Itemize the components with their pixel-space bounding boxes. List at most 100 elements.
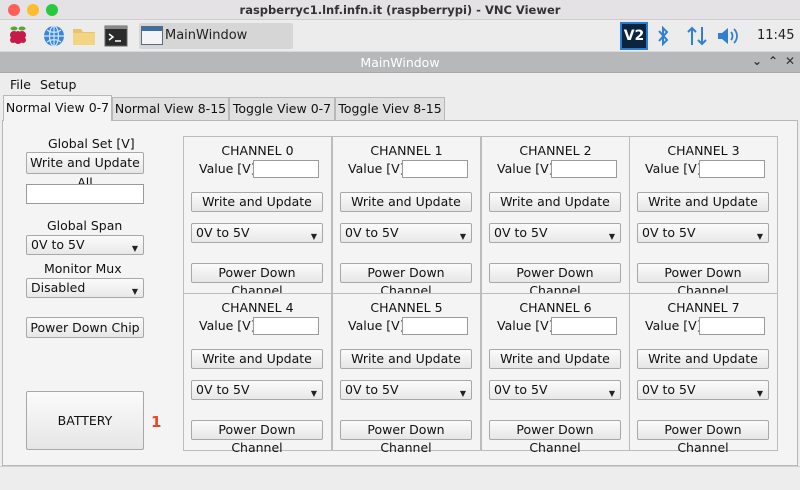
tab-normal-view-0-7[interactable]: Normal View 0-7 (3, 95, 112, 121)
status-bar (0, 466, 800, 490)
channel-span-value: 0V to 5V (642, 382, 696, 397)
channel-span-select[interactable]: 0V to 5V ▼ (191, 380, 323, 400)
channel-group-4: CHANNEL 4 Value [V] Write and Update 0V … (183, 293, 332, 455)
vnc-viewer-titlebar: raspberryc1.lnf.infn.it (raspberrypi) - … (0, 0, 800, 20)
channel-2-value-input[interactable] (551, 160, 617, 178)
vnc-window-title: raspberryc1.lnf.infn.it (raspberrypi) - … (239, 3, 561, 17)
network-arrows-icon[interactable] (686, 25, 708, 47)
channel-title: CHANNEL 6 (519, 300, 592, 315)
battery-value: 1 (151, 413, 162, 431)
channel-group-5: CHANNEL 5 Value [V] Write and Update 0V … (332, 293, 481, 455)
channel-write-and-update-button[interactable]: Write and Update (191, 349, 323, 369)
channel-span-select[interactable]: 0V to 5V ▼ (637, 223, 769, 243)
channel-power-down-button[interactable]: Power Down Channel (191, 263, 323, 298)
channel-5-value-input[interactable] (402, 317, 468, 335)
channel-title: CHANNEL 4 (221, 300, 294, 315)
channel-power-down-button[interactable]: Power Down Channel (340, 420, 472, 455)
channel-power-down-button[interactable]: Power Down Channel (340, 263, 472, 298)
channel-title: CHANNEL 5 (370, 300, 443, 315)
channel-4-value-input[interactable] (253, 317, 319, 335)
dropdown-arrow-icon: ▼ (756, 232, 763, 241)
channel-write-and-update-button[interactable]: Write and Update (191, 192, 323, 212)
global-span-label: Global Span (47, 218, 123, 233)
tab-toggle-view-8-15[interactable]: Toggle Viev 8-15 (335, 97, 445, 120)
channel-value-label: Value [V] (348, 161, 405, 176)
channel-group-7: CHANNEL 7 Value [V] Write and Update 0V … (629, 293, 778, 455)
channel-title: CHANNEL 1 (370, 143, 443, 158)
channel-power-down-button[interactable]: Power Down Channel (637, 420, 769, 455)
battery-button[interactable]: BATTERY (26, 391, 144, 450)
channel-span-select[interactable]: 0V to 5V ▼ (489, 223, 621, 243)
volume-icon[interactable] (716, 25, 740, 47)
channel-title: CHANNEL 0 (221, 143, 294, 158)
channel-0-value-input[interactable] (253, 160, 319, 178)
channel-write-and-update-button[interactable]: Write and Update (340, 349, 472, 369)
channel-write-and-update-button[interactable]: Write and Update (340, 192, 472, 212)
channel-power-down-button[interactable]: Power Down Channel (489, 420, 621, 455)
channel-write-and-update-button[interactable]: Write and Update (489, 192, 621, 212)
channel-group-3: CHANNEL 3 Value [V] Write and Update 0V … (629, 136, 778, 298)
clock: 11:45 (757, 28, 795, 43)
vnc-server-icon[interactable]: V2 (620, 22, 648, 50)
terminal-icon[interactable] (104, 25, 128, 47)
channel-write-and-update-button[interactable]: Write and Update (637, 349, 769, 369)
channel-power-down-button[interactable]: Power Down Channel (637, 263, 769, 298)
channel-group-6: CHANNEL 6 Value [V] Write and Update 0V … (481, 293, 630, 455)
dropdown-arrow-icon: ▼ (131, 244, 138, 253)
channel-value-label: Value [V] (645, 318, 702, 333)
desktop-taskbar: MainWindow V2 11:45 (0, 20, 800, 52)
channel-title: CHANNEL 3 (667, 143, 740, 158)
channel-power-down-button[interactable]: Power Down Channel (489, 263, 621, 298)
channel-value-label: Value [V] (348, 318, 405, 333)
taskbar-mainwindow-label: MainWindow (165, 28, 248, 43)
channel-value-label: Value [V] (199, 161, 256, 176)
power-down-chip-button[interactable]: Power Down Chip (26, 317, 144, 338)
global-set-label: Global Set [V] (48, 136, 135, 151)
channel-3-value-input[interactable] (699, 160, 765, 178)
channel-span-select[interactable]: 0V to 5V ▼ (340, 223, 472, 243)
menu-setup[interactable]: Setup (40, 77, 76, 92)
channel-title: CHANNEL 7 (667, 300, 740, 315)
taskbar-mainwindow-button[interactable]: MainWindow (139, 23, 293, 49)
channel-group-1: CHANNEL 1 Value [V] Write and Update 0V … (332, 136, 481, 298)
channel-power-down-button[interactable]: Power Down Channel (191, 420, 323, 455)
tab-normal-view-8-15[interactable]: Normal View 8-15 (112, 97, 229, 120)
dropdown-arrow-icon: ▼ (310, 389, 317, 398)
monitor-mux-label: Monitor Mux (44, 261, 122, 276)
dropdown-arrow-icon: ▼ (608, 232, 615, 241)
channel-title: CHANNEL 2 (519, 143, 592, 158)
global-set-input[interactable] (26, 184, 144, 204)
channel-span-select[interactable]: 0V to 5V ▼ (340, 380, 472, 400)
channel-value-label: Value [V] (497, 318, 554, 333)
dropdown-arrow-icon: ▼ (608, 389, 615, 398)
tab-toggle-view-0-7[interactable]: Toggle View 0-7 (229, 97, 335, 120)
channel-1-value-input[interactable] (402, 160, 468, 178)
channel-write-and-update-button[interactable]: Write and Update (637, 192, 769, 212)
channel-7-value-input[interactable] (699, 317, 765, 335)
monitor-mux-select[interactable]: Disabled ▼ (26, 278, 144, 298)
channel-span-select[interactable]: 0V to 5V ▼ (489, 380, 621, 400)
web-browser-icon[interactable] (42, 25, 66, 47)
channel-span-value: 0V to 5V (494, 382, 548, 397)
channel-6-value-input[interactable] (551, 317, 617, 335)
write-and-update-all-button[interactable]: Write and Update All (26, 152, 144, 190)
global-span-value: 0V to 5V (31, 237, 85, 252)
channel-span-value: 0V to 5V (345, 382, 399, 397)
raspberry-menu-icon[interactable] (6, 25, 30, 47)
channel-write-and-update-button[interactable]: Write and Update (489, 349, 621, 369)
chevron-down-icon[interactable]: ⌄ (752, 54, 762, 68)
bluetooth-icon[interactable] (656, 25, 670, 47)
file-manager-icon[interactable] (72, 25, 96, 47)
channel-span-value: 0V to 5V (642, 225, 696, 240)
channel-span-select[interactable]: 0V to 5V ▼ (191, 223, 323, 243)
channel-span-value: 0V to 5V (345, 225, 399, 240)
close-icon[interactable]: ✕ (785, 54, 795, 68)
channel-span-value: 0V to 5V (196, 225, 250, 240)
chevron-up-icon[interactable]: ⌃ (768, 54, 778, 68)
global-span-select[interactable]: 0V to 5V ▼ (26, 235, 144, 255)
mainwindow-title: MainWindow (360, 55, 440, 70)
channel-span-select[interactable]: 0V to 5V ▼ (637, 380, 769, 400)
dropdown-arrow-icon: ▼ (310, 232, 317, 241)
menu-file[interactable]: File (10, 77, 31, 92)
channel-span-value: 0V to 5V (196, 382, 250, 397)
